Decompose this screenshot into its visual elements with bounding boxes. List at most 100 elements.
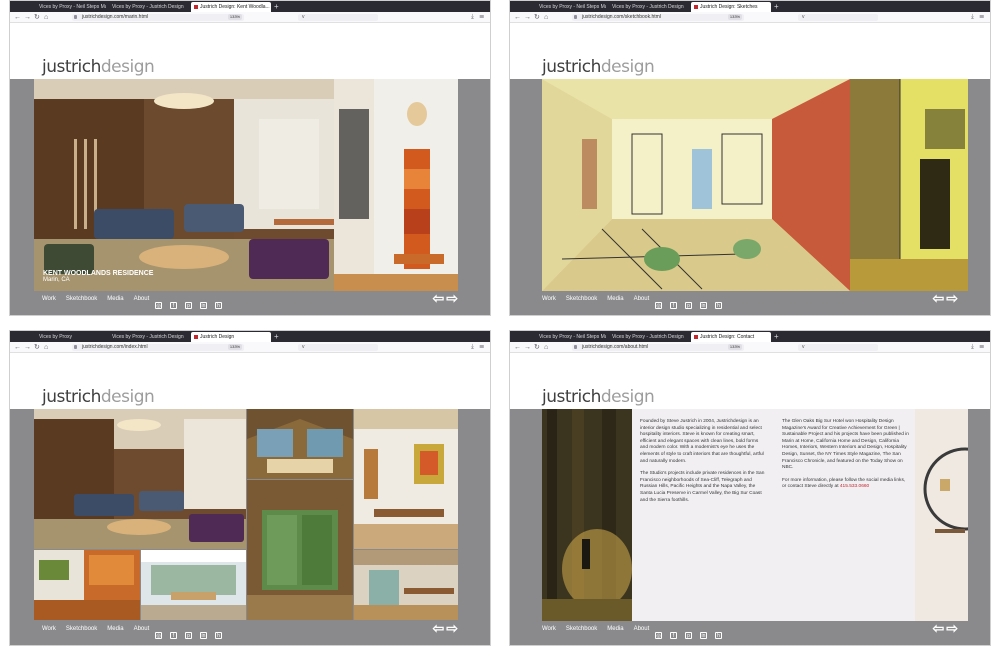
back-icon[interactable]: ← xyxy=(14,342,21,353)
living-room-photo[interactable] xyxy=(34,79,334,291)
zoom-badge[interactable]: 133% xyxy=(728,344,742,350)
nav-work[interactable]: Work xyxy=(542,626,556,632)
back-icon[interactable]: ← xyxy=(514,12,521,23)
home-icon[interactable]: ⌂ xyxy=(44,12,48,23)
houzz-icon[interactable]: h xyxy=(215,632,222,639)
address-bar[interactable]: justrichdesign.com/sketchbook.html xyxy=(572,14,744,21)
tab-active[interactable]: Justrich Design xyxy=(191,332,271,342)
nav-about[interactable]: About xyxy=(634,296,650,302)
prev-arrow-icon[interactable]: ⇦ xyxy=(433,290,445,306)
linkedin-icon[interactable]: in xyxy=(700,302,707,309)
forward-icon[interactable]: → xyxy=(24,12,31,23)
address-bar[interactable]: justrichdesign.com/about.html xyxy=(572,344,744,351)
forward-icon[interactable]: → xyxy=(524,342,531,353)
window-controls[interactable] xyxy=(14,334,35,347)
pinterest-icon[interactable]: p xyxy=(685,302,692,309)
zoom-badge[interactable]: 133% xyxy=(228,14,242,20)
next-arrow-icon[interactable]: ⇨ xyxy=(446,620,458,636)
forest-portrait-photo[interactable] xyxy=(542,409,632,621)
tab-1[interactable]: Vices by Proxy xyxy=(36,332,106,342)
sketch-hallway-drawing[interactable] xyxy=(850,79,968,291)
tab-active[interactable]: Justrich Design: Kent Woodla... xyxy=(191,2,271,12)
facebook-icon[interactable]: f xyxy=(170,302,177,309)
toolbar-icons[interactable]: ⤓ ☰ xyxy=(971,12,986,23)
pinterest-icon[interactable]: p xyxy=(185,302,192,309)
new-tab-icon[interactable]: + xyxy=(774,331,779,342)
grid-dining-table-photo[interactable] xyxy=(354,550,458,620)
tab-2[interactable]: Vices by Proxy - Justrich Design xyxy=(109,2,187,12)
window-controls[interactable] xyxy=(514,334,535,347)
nav-sketchbook[interactable]: Sketchbook xyxy=(566,626,597,632)
toolbar-icons[interactable]: ⤓ ☰ xyxy=(471,342,486,353)
zoom-badge[interactable]: 133% xyxy=(728,14,742,20)
grid-bedroom-photo[interactable] xyxy=(247,409,353,479)
reload-icon[interactable]: ↻ xyxy=(534,12,540,23)
toolbar-icons[interactable]: ⤓ ☰ xyxy=(471,12,486,23)
nav-sketchbook[interactable]: Sketchbook xyxy=(66,296,97,302)
pinterest-icon[interactable]: p xyxy=(185,632,192,639)
prev-arrow-icon[interactable]: ⇦ xyxy=(933,620,945,636)
instagram-icon[interactable]: ◎ xyxy=(155,632,162,639)
facebook-icon[interactable]: f xyxy=(670,632,677,639)
tab-2[interactable]: Vices by Proxy - Justrich Design xyxy=(109,332,187,342)
back-icon[interactable]: ← xyxy=(14,12,21,23)
reload-icon[interactable]: ↻ xyxy=(534,342,540,353)
search-field[interactable]: v xyxy=(798,14,878,21)
instagram-icon[interactable]: ◎ xyxy=(655,302,662,309)
grid-patio-photo[interactable] xyxy=(141,550,246,620)
toolbar-icons[interactable]: ⤓ ☰ xyxy=(971,342,986,353)
tab-active[interactable]: Justrich Design: Sketches xyxy=(691,2,771,12)
home-icon[interactable]: ⌂ xyxy=(44,342,48,353)
home-icon[interactable]: ⌂ xyxy=(544,12,548,23)
pinterest-icon[interactable]: p xyxy=(685,632,692,639)
sketch-interior-drawing[interactable] xyxy=(542,79,850,291)
linkedin-icon[interactable]: in xyxy=(700,632,707,639)
grid-forest-window-photo[interactable] xyxy=(247,480,353,620)
new-tab-icon[interactable]: + xyxy=(774,1,779,12)
nav-media[interactable]: Media xyxy=(107,626,123,632)
site-logo[interactable]: justrichdesign xyxy=(542,387,655,407)
nav-about[interactable]: About xyxy=(134,626,150,632)
nav-about[interactable]: About xyxy=(134,296,150,302)
home-icon[interactable]: ⌂ xyxy=(544,342,548,353)
houzz-icon[interactable]: h xyxy=(715,302,722,309)
site-logo[interactable]: justrichdesign xyxy=(42,387,155,407)
new-tab-icon[interactable]: + xyxy=(274,1,279,12)
phone-link[interactable]: 415.533.0660 xyxy=(840,484,869,489)
tab-2[interactable]: Vices by Proxy - Justrich Design xyxy=(609,332,687,342)
window-controls[interactable] xyxy=(514,4,535,17)
instagram-icon[interactable]: ◎ xyxy=(155,302,162,309)
search-field[interactable]: v xyxy=(298,344,378,351)
reload-icon[interactable]: ↻ xyxy=(34,342,40,353)
tab-1[interactable]: Vices by Proxy - Neil Steps Marti... xyxy=(36,2,106,12)
reload-icon[interactable]: ↻ xyxy=(34,12,40,23)
houzz-icon[interactable]: h xyxy=(715,632,722,639)
facebook-icon[interactable]: f xyxy=(670,302,677,309)
nav-work[interactable]: Work xyxy=(42,296,56,302)
houzz-icon[interactable]: h xyxy=(215,302,222,309)
next-arrow-icon[interactable]: ⇨ xyxy=(946,290,958,306)
forward-icon[interactable]: → xyxy=(24,342,31,353)
tab-active[interactable]: Justrich Design: Contact xyxy=(691,332,771,342)
nav-work[interactable]: Work xyxy=(542,296,556,302)
site-logo[interactable]: justrichdesign xyxy=(42,57,155,77)
round-window-photo[interactable] xyxy=(915,409,968,621)
address-bar[interactable]: justrichdesign.com/index.html xyxy=(72,344,244,351)
back-icon[interactable]: ← xyxy=(514,342,521,353)
instagram-icon[interactable]: ◎ xyxy=(655,632,662,639)
prev-arrow-icon[interactable]: ⇦ xyxy=(433,620,445,636)
forward-icon[interactable]: → xyxy=(524,12,531,23)
nav-media[interactable]: Media xyxy=(607,296,623,302)
nav-sketchbook[interactable]: Sketchbook xyxy=(66,626,97,632)
prev-arrow-icon[interactable]: ⇦ xyxy=(933,290,945,306)
nav-media[interactable]: Media xyxy=(607,626,623,632)
nav-sketchbook[interactable]: Sketchbook xyxy=(566,296,597,302)
tab-1[interactable]: Vices by Proxy - Neil Steps Marti... xyxy=(536,2,606,12)
window-controls[interactable] xyxy=(14,4,35,17)
nav-media[interactable]: Media xyxy=(107,296,123,302)
new-tab-icon[interactable]: + xyxy=(274,331,279,342)
nav-about[interactable]: About xyxy=(634,626,650,632)
stair-photo[interactable] xyxy=(334,79,458,291)
facebook-icon[interactable]: f xyxy=(170,632,177,639)
linkedin-icon[interactable]: in xyxy=(200,302,207,309)
